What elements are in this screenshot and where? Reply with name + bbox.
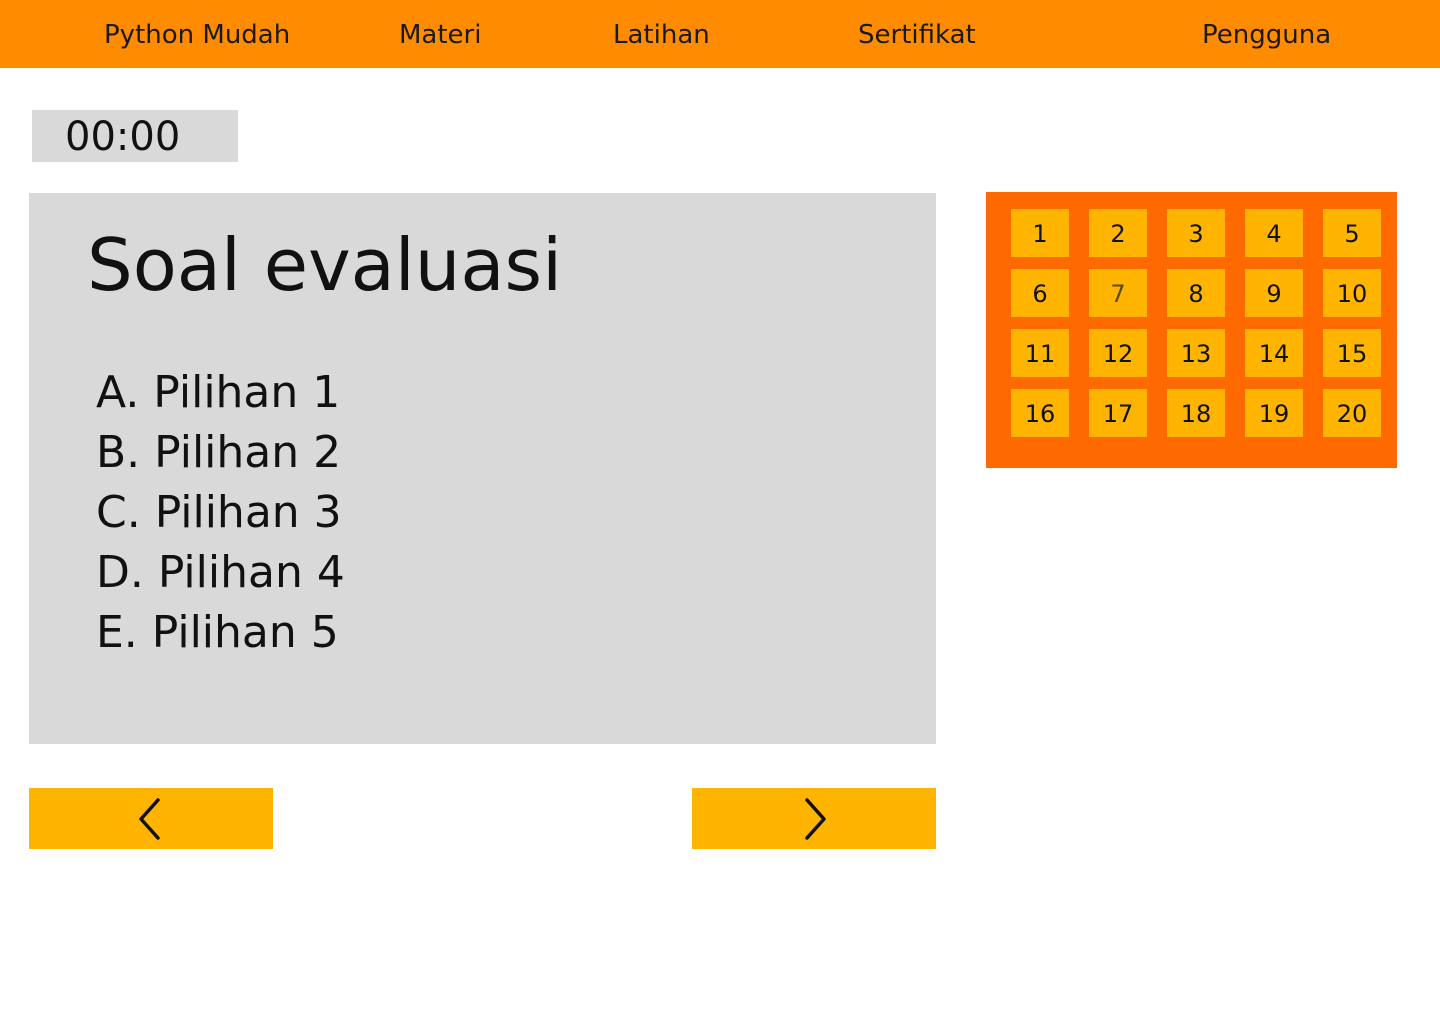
question-number-button[interactable]: 16	[1011, 389, 1069, 437]
question-number-button[interactable]: 6	[1011, 269, 1069, 317]
answer-option-c[interactable]: C. Pilihan 3	[96, 483, 345, 543]
nav-item-sertifikat[interactable]: Sertifikat	[858, 0, 976, 68]
nav-item-latihan[interactable]: Latihan	[613, 0, 710, 68]
question-number-button[interactable]: 17	[1089, 389, 1147, 437]
question-number-button[interactable]: 12	[1089, 329, 1147, 377]
question-number-button[interactable]: 13	[1167, 329, 1225, 377]
brand-link[interactable]: Python Mudah	[104, 0, 290, 68]
answer-option-a[interactable]: A. Pilihan 1	[96, 363, 345, 423]
question-number-button[interactable]: 19	[1245, 389, 1303, 437]
question-number-button[interactable]: 14	[1245, 329, 1303, 377]
previous-question-button[interactable]	[29, 788, 273, 849]
timer: 00:00	[32, 110, 238, 162]
question-number-button[interactable]: 4	[1245, 209, 1303, 257]
question-number-button[interactable]: 7	[1089, 269, 1147, 317]
nav-item-pengguna[interactable]: Pengguna	[1202, 0, 1331, 68]
question-number-panel: 1 2 3 4 5 6 7 8 9 10 11 12 13 14 15 16 17 18 19 20	[986, 192, 1397, 468]
question-number-button[interactable]: 20	[1323, 389, 1381, 437]
question-title: Soal evaluasi	[87, 223, 563, 307]
question-number-button[interactable]: 3	[1167, 209, 1225, 257]
question-number-button[interactable]: 15	[1323, 329, 1381, 377]
question-number-button[interactable]: 9	[1245, 269, 1303, 317]
question-number-button[interactable]: 1	[1011, 209, 1069, 257]
answer-option-d[interactable]: D. Pilihan 4	[96, 543, 345, 603]
answer-option-b[interactable]: B. Pilihan 2	[96, 423, 345, 483]
question-number-button[interactable]: 18	[1167, 389, 1225, 437]
chevron-left-icon	[139, 797, 160, 840]
next-question-button[interactable]	[692, 788, 936, 849]
question-number-button[interactable]: 2	[1089, 209, 1147, 257]
top-navbar: Python Mudah Materi Latihan Sertifikat P…	[0, 0, 1440, 68]
question-number-button[interactable]: 5	[1323, 209, 1381, 257]
nav-item-materi[interactable]: Materi	[399, 0, 481, 68]
chevron-right-icon	[805, 797, 826, 840]
timer-value: 00:00	[65, 114, 181, 160]
answer-options: A. Pilihan 1 B. Pilihan 2 C. Pilihan 3 D…	[96, 363, 345, 663]
question-number-button[interactable]: 8	[1167, 269, 1225, 317]
question-number-button[interactable]: 10	[1323, 269, 1381, 317]
answer-option-e[interactable]: E. Pilihan 5	[96, 603, 345, 663]
question-number-grid: 1 2 3 4 5 6 7 8 9 10 11 12 13 14 15 16 17 18 19 20	[1011, 209, 1381, 437]
question-panel: Soal evaluasi A. Pilihan 1 B. Pilihan 2 …	[29, 193, 936, 744]
question-number-button[interactable]: 11	[1011, 329, 1069, 377]
